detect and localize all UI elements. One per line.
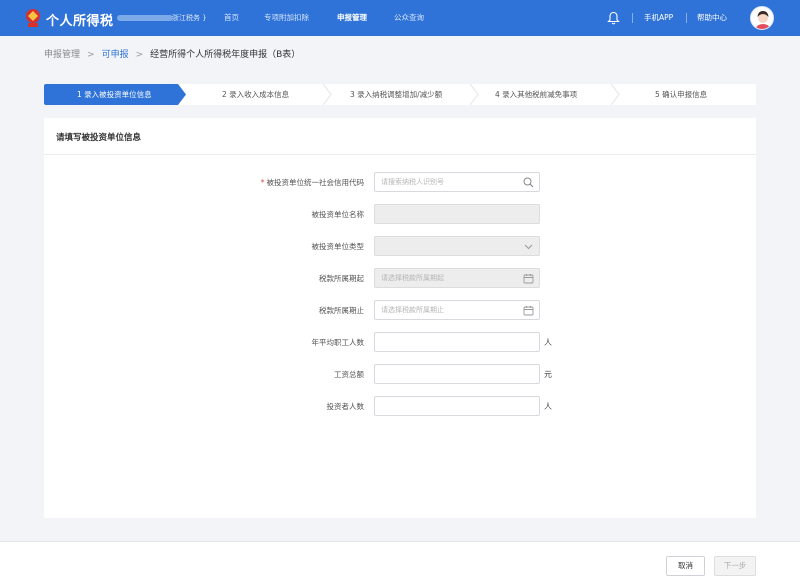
- top-header: 个人所得税 浙江税务 } 首页 专项附加扣除 申报管理 公众查询 手机APP 帮…: [0, 0, 800, 36]
- progress-steps: 1 录入被投资单位信息 2 录入收入成本信息 3 录入纳税调整增加/减少额 4 …: [44, 84, 756, 105]
- unit-persons: 人: [544, 338, 552, 347]
- total-wages-input[interactable]: [374, 364, 540, 384]
- investee-type-label: 被投资单位类型: [311, 242, 365, 251]
- period-end-label: 税款所属期止: [319, 306, 364, 315]
- calendar-icon[interactable]: [523, 305, 534, 316]
- chevron-down-icon: [524, 244, 533, 250]
- tax-emblem-logo: [26, 9, 40, 27]
- cancel-button[interactable]: 取消: [666, 556, 705, 576]
- investor-count-label: 投资者人数: [326, 402, 365, 411]
- step-chevron-icon: [469, 84, 479, 105]
- header-divider: [686, 13, 687, 23]
- unit-persons: 人: [544, 402, 552, 411]
- investee-type-select: [374, 236, 540, 256]
- breadcrumb-separator: >: [135, 50, 144, 60]
- nav-public-query[interactable]: 公众查询: [394, 0, 424, 36]
- investee-info-panel: 请填写被投资单位信息 * 被投资单位统一社会信用代码 请搜索纳税人识别号 被投资单…: [44, 118, 756, 518]
- credit-code-input[interactable]: 请搜索纳税人识别号: [374, 172, 540, 192]
- calendar-icon: [523, 274, 534, 284]
- step-3: 3 录入纳税调整增加/减少额: [350, 90, 443, 99]
- nav-declaration-management[interactable]: 申报管理: [337, 0, 367, 36]
- app-title: 个人所得税: [46, 14, 114, 29]
- step-5: 5 确认申报信息: [655, 90, 708, 99]
- avg-employees-input[interactable]: [374, 332, 540, 352]
- step-2: 2 录入收入成本信息: [222, 90, 290, 99]
- period-end-date[interactable]: 请选择税款所属期止: [374, 300, 540, 320]
- investee-name-label: 被投资单位名称: [311, 210, 365, 219]
- user-avatar[interactable]: [750, 6, 774, 30]
- step-chevron-icon: [322, 84, 332, 105]
- avatar-face-icon: [755, 11, 771, 29]
- step-4: 4 录入其他税前减免事项: [495, 90, 578, 99]
- breadcrumb-separator: >: [87, 50, 95, 60]
- investee-name-input: [374, 204, 540, 224]
- period-start-label: 税款所属期起: [319, 274, 364, 283]
- header-divider: [632, 13, 633, 23]
- panel-title: 请填写被投资单位信息: [56, 133, 142, 143]
- unit-yuan: 元: [544, 370, 552, 379]
- search-icon[interactable]: [523, 177, 534, 188]
- breadcrumb: 申报管理 > 可申报 > 经营所得个人所得税年度申报（B表）: [44, 47, 300, 60]
- step-chevron-icon: [610, 84, 620, 105]
- step-1: 1 录入被投资单位信息: [77, 90, 152, 99]
- investor-count-input[interactable]: [374, 396, 540, 416]
- panel-divider: [44, 154, 756, 155]
- total-wages-label: 工资总额: [334, 370, 364, 379]
- help-center-link[interactable]: 帮助中心: [697, 12, 727, 23]
- region-label: 浙江税务 }: [172, 14, 207, 22]
- user-name-redacted: [117, 15, 173, 21]
- mobile-app-link[interactable]: 手机APP: [644, 12, 673, 23]
- credit-code-label: * 被投资单位统一社会信用代码: [260, 178, 364, 187]
- nav-home[interactable]: 首页: [224, 0, 239, 36]
- next-step-button[interactable]: 下一步: [714, 556, 756, 576]
- breadcrumb-declarable[interactable]: 可申报: [102, 50, 129, 60]
- breadcrumb-current-page: 经营所得个人所得税年度申报（B表）: [150, 50, 301, 60]
- breadcrumb-declaration-management[interactable]: 申报管理: [44, 50, 80, 60]
- required-mark: *: [260, 178, 265, 187]
- footer-bar: 取消 下一步: [0, 541, 800, 586]
- avg-employees-label: 年平均职工人数: [311, 338, 365, 347]
- bell-icon[interactable]: [607, 11, 620, 25]
- nav-special-deduction[interactable]: 专项附加扣除: [264, 0, 309, 36]
- period-start-date: 请选择税款所属期起: [374, 268, 540, 288]
